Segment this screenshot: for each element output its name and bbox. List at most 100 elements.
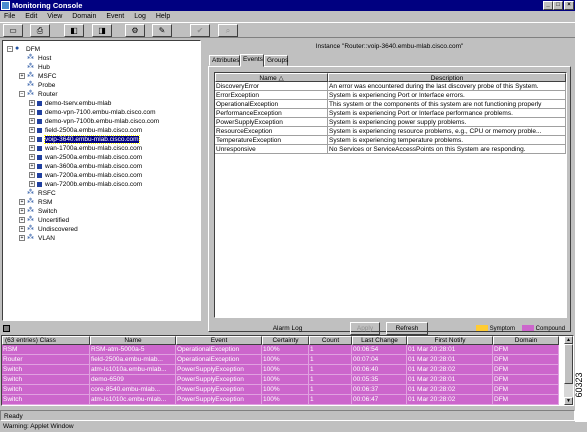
alarm-cell: 100%	[262, 385, 309, 395]
scroll-thumb[interactable]	[564, 344, 573, 384]
expand-icon[interactable]: +	[29, 136, 35, 143]
alarm-row[interactable]: Router field-2500a.embu-mlab... Operationa…	[2, 355, 559, 365]
event-name-cell[interactable]: DiscoveryError	[215, 82, 328, 91]
tree-item[interactable]: + demo-tserv.embu-mlab	[29, 99, 111, 108]
close-button[interactable]: ×	[564, 1, 574, 10]
expand-icon[interactable]: +	[29, 109, 35, 116]
expand-icon[interactable]: +	[29, 127, 35, 134]
instance-title: Instance "Router::voip-3640.embu-mlab.ci…	[315, 43, 464, 50]
event-name-cell[interactable]: ErrorException	[215, 91, 328, 100]
column-header-name[interactable]: Name △	[215, 73, 328, 82]
event-description-cell[interactable]: An error was encountered during the last…	[328, 82, 566, 91]
expand-icon[interactable]: +	[19, 235, 25, 242]
tree-item[interactable]: + wan-7200a.embu-mlab.cisco.com	[29, 171, 142, 180]
tree-item[interactable]: + ⁂ Undiscovered	[19, 225, 78, 234]
tab-events[interactable]: Events	[240, 54, 264, 67]
event-name-cell[interactable]: PerformanceException	[215, 109, 328, 118]
event-name-cell[interactable]: TemperatureException	[215, 136, 328, 145]
toolbar-notify-icon[interactable]: ✎	[152, 24, 172, 37]
menu-domain[interactable]: Domain	[72, 11, 96, 22]
scroll-down-icon[interactable]: ▼	[564, 397, 573, 405]
alarm-column-header[interactable]: (63 entries) Class	[2, 336, 90, 345]
tree-item[interactable]: + demo-vpn-7100b.embu-mlab.cisco.com	[29, 117, 159, 126]
expand-icon[interactable]: +	[19, 208, 25, 215]
alarm-column-header[interactable]: Name	[90, 336, 176, 345]
expand-icon[interactable]: +	[29, 154, 35, 161]
alarm-row[interactable]: Switch atm-ls1010a.embu-mlab... PowerSuppl…	[2, 365, 559, 375]
event-description-cell[interactable]: System is experiencing power supply prob…	[328, 118, 566, 127]
menu-help[interactable]: Help	[156, 11, 170, 22]
event-name-cell[interactable]: Unresponsive	[215, 145, 328, 154]
expand-icon[interactable]: +	[29, 145, 35, 152]
expand-icon[interactable]: +	[19, 217, 25, 224]
event-description-cell[interactable]: System is experiencing Port or Interface…	[328, 109, 566, 118]
menu-edit[interactable]: Edit	[25, 11, 37, 22]
tree-item[interactable]: + demo-vpn-7100.embu-mlab.cisco.com	[29, 108, 156, 117]
tree-item[interactable]: + ⁂ MSFC	[19, 72, 56, 81]
minimize-button[interactable]: _	[543, 1, 553, 10]
expand-icon[interactable]: +	[29, 172, 35, 179]
tree-item[interactable]: + ⁂ RSM	[19, 198, 52, 207]
expand-icon[interactable]: +	[29, 181, 35, 188]
event-description-cell[interactable]: No Services or ServiceAccessPoints on th…	[328, 145, 566, 154]
alarm-cell: RSM	[2, 345, 90, 355]
alarm-column-header[interactable]: Domain	[493, 336, 559, 345]
tree-item[interactable]: + wan-7200b.embu-mlab.cisco.com	[29, 180, 142, 189]
expand-icon[interactable]: +	[29, 118, 35, 125]
alarm-column-header[interactable]: Count	[309, 336, 352, 345]
maximize-button[interactable]: □	[553, 1, 563, 10]
event-description-cell[interactable]: This system or the components of this sy…	[328, 100, 566, 109]
tree-item[interactable]: + ⁂ Uncertified	[19, 216, 69, 225]
device-class-icon: ⁂	[27, 225, 34, 233]
alarm-scrollbar[interactable]: ▲ ▼	[564, 336, 573, 405]
tree-item[interactable]: − ⁂ Router	[19, 90, 58, 99]
menu-view[interactable]: View	[47, 11, 62, 22]
alarm-column-header[interactable]: Certainty	[262, 336, 309, 345]
tree-item[interactable]: + ⁂ Switch	[19, 207, 57, 216]
alarm-row[interactable]: Switch atm-ls1010c.embu-mlab... PowerSuppl…	[2, 395, 559, 405]
tree-item[interactable]: ⁂ Host	[19, 54, 51, 63]
expand-icon[interactable]: +	[19, 199, 25, 206]
alarm-row[interactable]: Switch core-8540.embu-mlab... PowerSupplyE…	[2, 385, 559, 395]
expand-icon[interactable]: +	[29, 100, 35, 107]
alarm-row[interactable]: Switch demo-6509 PowerSupplyException 100% 1…	[2, 375, 559, 385]
tree-item[interactable]: + field-2500a.embu-mlab.cisco.com	[29, 126, 142, 135]
expand-icon[interactable]: +	[29, 163, 35, 170]
toolbar-window-left-icon[interactable]: ◧	[64, 24, 84, 37]
toolbar-check-icon[interactable]: ✔	[190, 24, 210, 37]
tree-item[interactable]: + wan-2500a.embu-mlab.cisco.com	[29, 153, 142, 162]
toolbar-print-icon[interactable]: ⎙	[30, 24, 50, 37]
toolbar-new-icon[interactable]: ▭	[3, 24, 23, 37]
tree-item[interactable]: ⁂ Hub	[19, 63, 50, 72]
event-name-cell[interactable]: PowerSupplyException	[215, 118, 328, 127]
toolbar-window-right-icon[interactable]: ◨	[92, 24, 112, 37]
tree-item[interactable]: + ⁂ VLAN	[19, 234, 55, 243]
column-header-description[interactable]: Description	[328, 73, 566, 82]
tree-item[interactable]: + voip-3640.embu-mlab.cisco.com	[29, 135, 140, 144]
tree-item[interactable]: ⁂ RSFC	[19, 189, 56, 198]
alarm-column-header[interactable]: First Notify	[407, 336, 493, 345]
alarm-column-header[interactable]: Event	[176, 336, 262, 345]
event-name-cell[interactable]: OperationalException	[215, 100, 328, 109]
event-description-cell[interactable]: System is experiencing temperature probl…	[328, 136, 566, 145]
expand-icon[interactable]: +	[19, 73, 25, 80]
menu-log[interactable]: Log	[134, 11, 146, 22]
alarm-column-header[interactable]: Last Change	[352, 336, 407, 345]
tree-root[interactable]: − ● DFM	[7, 45, 40, 54]
tab-groups[interactable]: Groups	[264, 55, 288, 66]
toolbar-tools-icon[interactable]: ⚙	[125, 24, 145, 37]
menu-event[interactable]: Event	[106, 11, 124, 22]
alarm-row[interactable]: RSM RSM-atm-5000a-5 OperationalException 10…	[2, 345, 559, 355]
tree-item[interactable]: ⁂ Probe	[19, 81, 55, 90]
expand-icon[interactable]: −	[19, 91, 25, 98]
tree-item[interactable]: + wan-1700a.embu-mlab.cisco.com	[29, 144, 142, 153]
expand-icon[interactable]: +	[19, 226, 25, 233]
event-description-cell[interactable]: System is experiencing resource problems…	[328, 127, 566, 136]
event-description-cell[interactable]: System is experiencing Port or Interface…	[328, 91, 566, 100]
tab-attributes[interactable]: Attributes	[209, 55, 240, 66]
scroll-up-icon[interactable]: ▲	[564, 336, 573, 344]
event-name-cell[interactable]: ResourceException	[215, 127, 328, 136]
toolbar-search-icon[interactable]: ⌕	[218, 24, 238, 37]
menu-file[interactable]: File	[4, 11, 15, 22]
tree-item[interactable]: + wan-3600a.embu-mlab.cisco.com	[29, 162, 142, 171]
